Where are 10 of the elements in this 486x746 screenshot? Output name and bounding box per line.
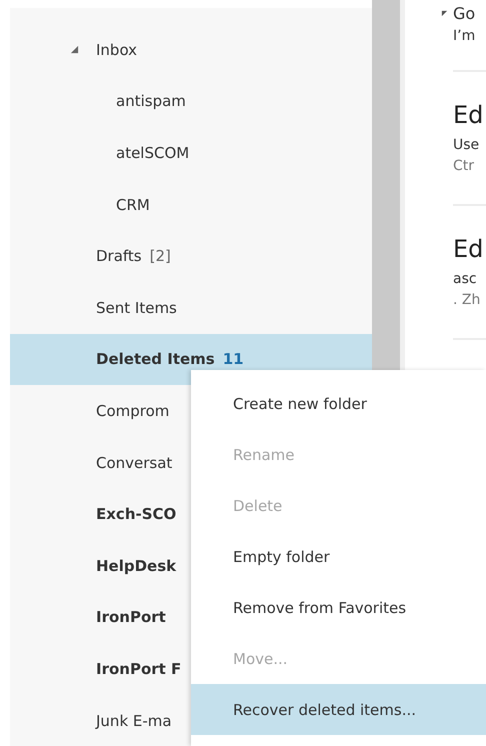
item-count: [2] bbox=[150, 247, 171, 266]
message-sender: Ed bbox=[453, 100, 484, 131]
message-preview: Ctr bbox=[453, 158, 476, 174]
message-subject: asc bbox=[453, 270, 478, 289]
message-sender: Go bbox=[453, 4, 476, 23]
message-preview: . Zh bbox=[453, 292, 482, 308]
item-count: 11 bbox=[222, 350, 244, 368]
message-subject: I’m bbox=[453, 27, 476, 46]
message-subject: Use bbox=[453, 136, 480, 155]
message-sender: Ed bbox=[453, 234, 484, 265]
